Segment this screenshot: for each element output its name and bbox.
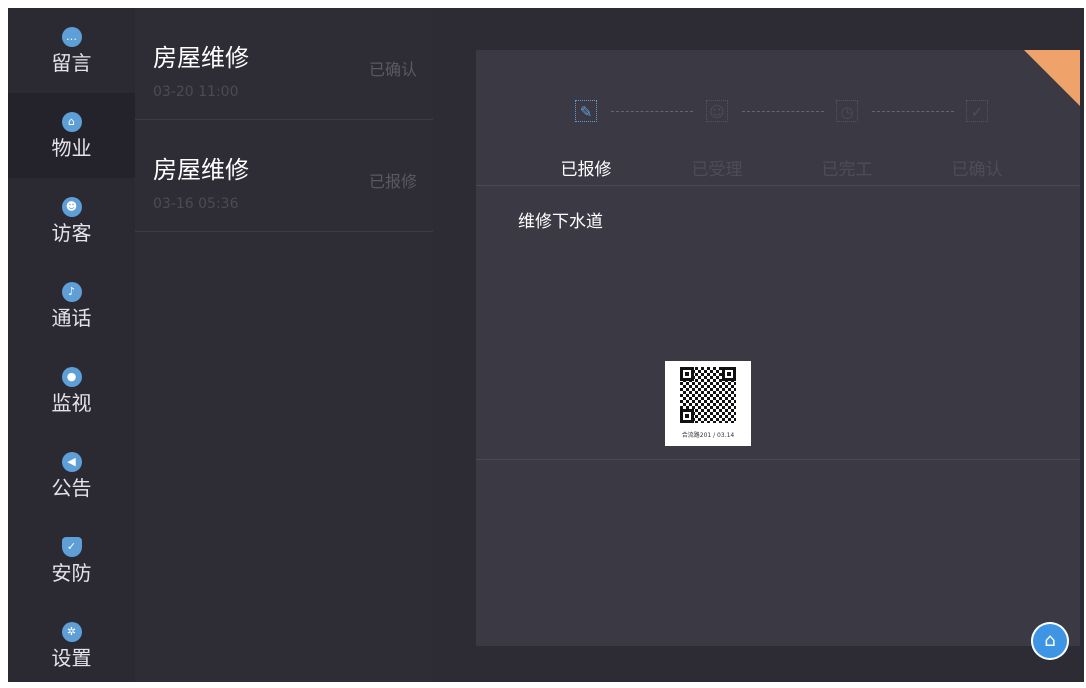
edit-icon: ✎ <box>575 100 597 122</box>
list-item-title: 房屋维修 <box>153 44 249 72</box>
sidebar-item-label: 访客 <box>51 220 92 245</box>
person-icon: ☺ <box>706 100 728 122</box>
sidebar-item-visitor[interactable]: ☻ 访客 <box>8 178 135 263</box>
home-icon: ⌂ <box>1044 630 1056 651</box>
list-item-status: 已报修 <box>368 172 417 191</box>
house-icon: ⌂ <box>61 111 82 132</box>
step-label-confirmed: 已确认 <box>951 160 1003 180</box>
repair-photo-thumbnail[interactable]: 合流路201 / 03.14 <box>665 361 751 446</box>
qr-code-image <box>680 367 736 423</box>
step-label-completed: 已完工 <box>821 160 873 180</box>
app-frame: … 留言 ⌂ 物业 ☻ 访客 ♪ 通话 ● 监视 ◀ 公告 ✓ 安防 ✲ 设置 <box>8 8 1084 682</box>
progress-line <box>872 111 954 112</box>
sidebar-item-label: 通话 <box>51 305 92 330</box>
camera-icon: ● <box>61 366 82 387</box>
progress-line <box>611 111 693 112</box>
sidebar-item-message[interactable]: … 留言 <box>8 8 135 93</box>
repair-description: 维修下水道 <box>518 212 603 232</box>
microphone-icon: ♪ <box>61 281 82 302</box>
shield-icon: ✓ <box>61 536 82 557</box>
sidebar-item-settings[interactable]: ✲ 设置 <box>8 603 135 688</box>
progress-line <box>742 111 824 112</box>
sidebar-item-label: 安防 <box>51 560 92 585</box>
divider <box>476 185 1080 186</box>
sidebar-item-monitor[interactable]: ● 监视 <box>8 348 135 433</box>
message-bubble-icon: … <box>61 26 82 47</box>
list-item-date: 03-20 11:00 <box>153 84 239 100</box>
sidebar: … 留言 ⌂ 物业 ☻ 访客 ♪ 通话 ● 监视 ◀ 公告 ✓ 安防 ✲ 设置 <box>8 8 135 682</box>
list-item[interactable]: 房屋维修 03-20 11:00 已确认 <box>135 8 433 120</box>
divider <box>476 459 1080 460</box>
check-icon: ✓ <box>966 100 988 122</box>
sidebar-item-label: 公告 <box>51 475 92 500</box>
gear-icon: ✲ <box>61 621 82 642</box>
repair-list: 房屋维修 03-20 11:00 已确认 房屋维修 03-16 05:36 已报… <box>135 8 433 682</box>
list-item[interactable]: 房屋维修 03-16 05:36 已报修 <box>135 120 433 232</box>
sidebar-item-label: 留言 <box>51 50 92 75</box>
list-item-status: 已确认 <box>368 60 417 79</box>
sidebar-item-property[interactable]: ⌂ 物业 <box>8 93 135 178</box>
sidebar-item-label: 监视 <box>51 390 92 415</box>
corner-ribbon <box>1024 50 1080 106</box>
list-item-title: 房屋维修 <box>153 156 249 184</box>
step-label-accepted: 已受理 <box>691 160 743 180</box>
visitor-icon: ☻ <box>61 196 82 217</box>
sidebar-item-call[interactable]: ♪ 通话 <box>8 263 135 348</box>
sidebar-item-notice[interactable]: ◀ 公告 <box>8 433 135 518</box>
sidebar-item-label: 物业 <box>51 135 92 160</box>
photo-caption: 合流路201 / 03.14 <box>681 432 735 439</box>
home-button[interactable]: ⌂ <box>1031 622 1069 660</box>
sidebar-item-label: 设置 <box>51 645 92 670</box>
sidebar-item-security[interactable]: ✓ 安防 <box>8 518 135 603</box>
repair-detail-panel: ✎ ☺ ◷ ✓ 已报修 已受理 已完工 已确认 维修下水道 合流路201 / 0… <box>476 50 1080 646</box>
step-label-reported: 已报修 <box>560 160 612 180</box>
megaphone-icon: ◀ <box>61 451 82 472</box>
list-item-date: 03-16 05:36 <box>153 196 239 212</box>
clock-icon: ◷ <box>836 100 858 122</box>
